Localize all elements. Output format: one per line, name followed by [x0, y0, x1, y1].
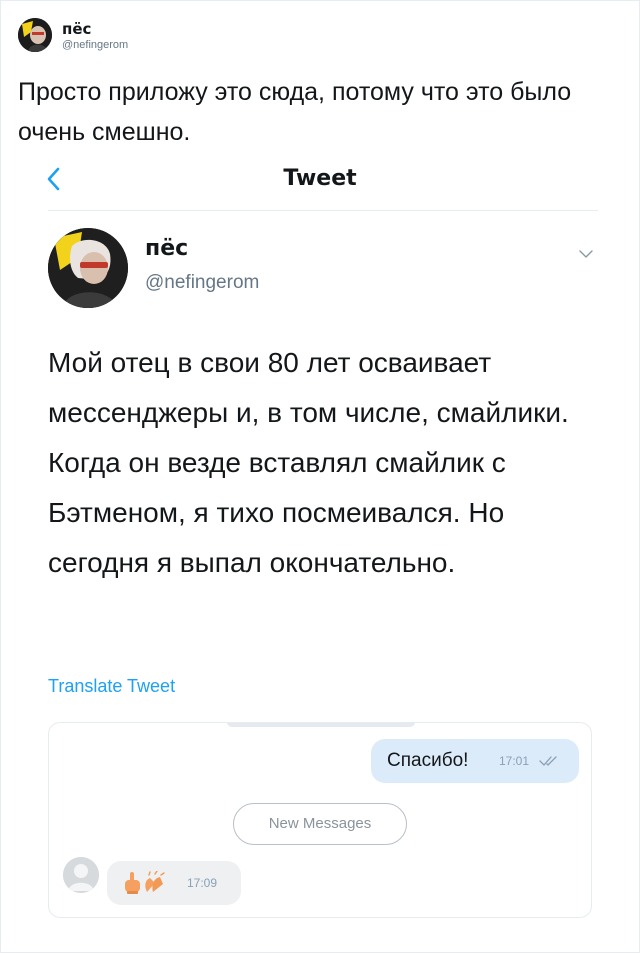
translate-tweet-link[interactable]: Translate Tweet [48, 676, 175, 697]
outgoing-message-text: Спасибо! [387, 750, 469, 771]
contact-avatar-icon[interactable] [63, 857, 99, 893]
tweet-text: Мой отец в свои 80 лет осваивает мессенд… [48, 347, 569, 578]
new-messages-divider: New Messages [233, 803, 407, 845]
read-ticks-icon [539, 756, 557, 766]
tweet-author-handle[interactable]: @nefingerom [145, 272, 259, 294]
tweet-author-name[interactable]: пёс [145, 236, 188, 261]
author-name[interactable]: пёс [62, 20, 91, 38]
post-text: Просто приложу это сюда, потому что это … [18, 78, 572, 146]
outgoing-message-time: 17:01 [499, 754, 530, 768]
chevron-down-icon[interactable] [578, 248, 594, 260]
embedded-tweet-screenshot: Tweet пёс @nefingerom Мой отец в свои 80… [0, 150, 640, 950]
incoming-message-time: 17:09 [187, 876, 218, 890]
outgoing-message: Спасибо! 17:01 [371, 739, 579, 783]
new-messages-label: New Messages [268, 815, 372, 832]
page-title: Tweet [283, 166, 357, 191]
middle-finger-clapping-hands-emoji-icon [125, 871, 165, 894]
previous-message-edge [227, 723, 415, 727]
chat-screenshot: Спасибо! 17:01 New Messages 17:09 [48, 722, 592, 918]
author-handle[interactable]: @nefingerom [62, 39, 128, 51]
author-avatar[interactable] [18, 18, 52, 52]
header-divider [48, 210, 598, 211]
incoming-message: 17:09 [107, 861, 241, 905]
tweet-author-avatar[interactable] [48, 228, 128, 308]
